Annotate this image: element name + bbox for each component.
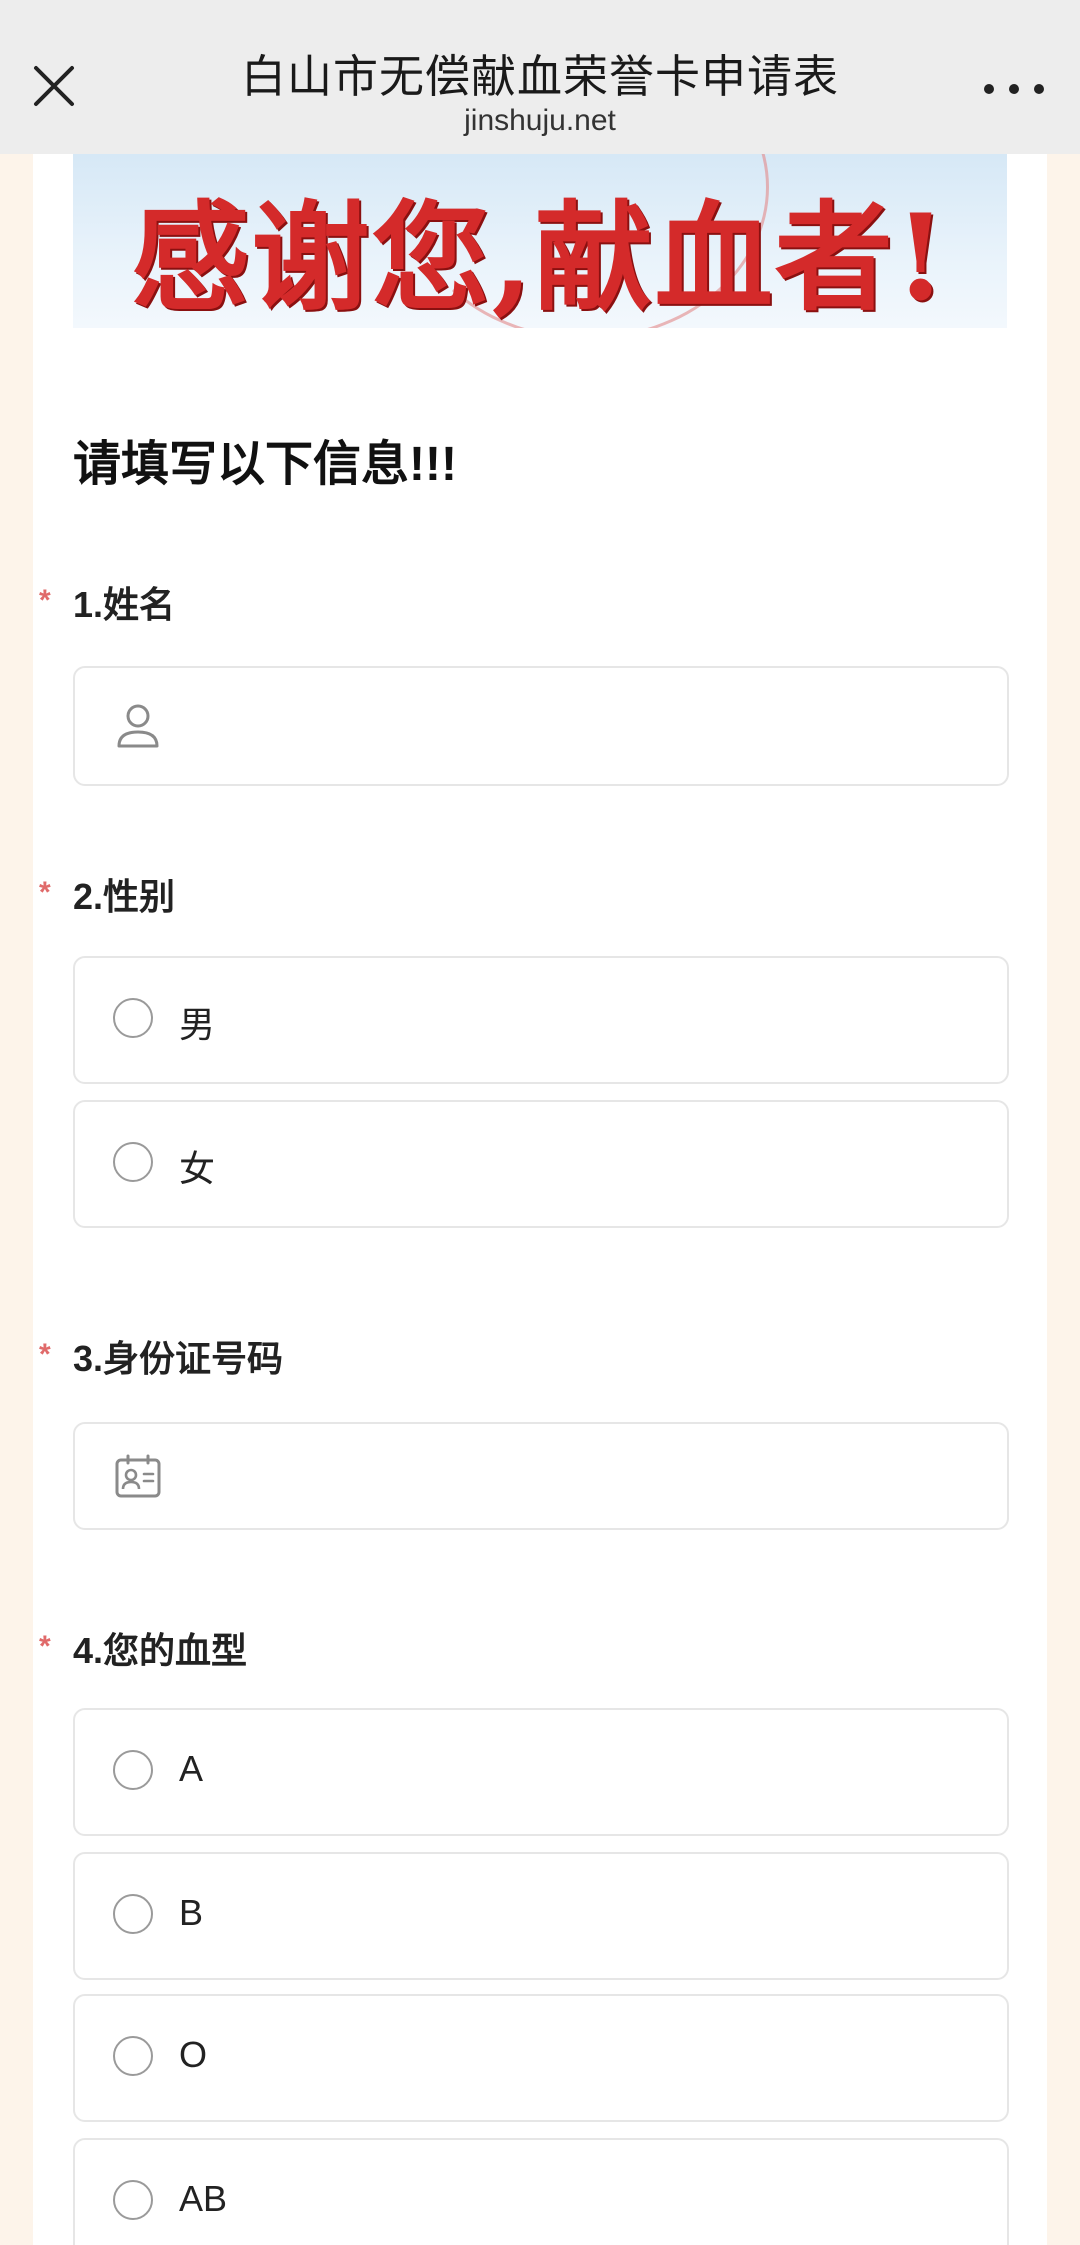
id-card-icon bbox=[115, 1454, 161, 1505]
blood-type-option-a[interactable]: A bbox=[73, 1708, 1009, 1836]
name-input[interactable] bbox=[73, 666, 1009, 786]
option-label: B bbox=[179, 1892, 204, 1933]
blood-type-option-b[interactable]: B bbox=[73, 1852, 1009, 1980]
radio-button[interactable] bbox=[113, 1894, 153, 1934]
banner-text: 感谢您,献血者! bbox=[131, 188, 949, 327]
form-intro: 请填写以下信息!!! bbox=[73, 438, 457, 491]
question-label-gender: 2.性别 bbox=[73, 876, 176, 917]
browser-top-bar: 白山市无偿献血荣誉卡申请表 jinshuju.net bbox=[0, 0, 1080, 154]
question-label-id-number: 3.身份证号码 bbox=[73, 1338, 284, 1379]
page-domain: jinshuju.net bbox=[464, 104, 616, 137]
form-card: 感谢您,献血者! 请填写以下信息!!! * 1.姓名 * 2.性别 男 女 * … bbox=[33, 154, 1047, 2245]
person-icon bbox=[115, 702, 161, 755]
radio-button[interactable] bbox=[113, 1750, 153, 1790]
option-label: 男 bbox=[179, 1005, 216, 1046]
required-marker: * bbox=[39, 1338, 51, 1371]
more-options-icon[interactable] bbox=[984, 78, 1044, 98]
option-label: O bbox=[179, 2034, 208, 2075]
radio-button[interactable] bbox=[113, 1142, 153, 1182]
required-marker: * bbox=[39, 1630, 51, 1663]
gender-option-female[interactable]: 女 bbox=[73, 1100, 1009, 1228]
radio-button[interactable] bbox=[113, 2036, 153, 2076]
blood-type-option-o[interactable]: O bbox=[73, 1994, 1009, 2122]
required-marker: * bbox=[39, 876, 51, 909]
question-label-name: 1.姓名 bbox=[73, 584, 176, 625]
question-label-blood-type: 4.您的血型 bbox=[73, 1630, 248, 1671]
radio-button[interactable] bbox=[113, 998, 153, 1038]
option-label: AB bbox=[179, 2178, 228, 2219]
banner-image: 感谢您,献血者! bbox=[73, 154, 1007, 328]
gender-option-male[interactable]: 男 bbox=[73, 956, 1009, 1084]
page-title: 白山市无偿献血荣誉卡申请表 bbox=[240, 51, 839, 102]
option-label: A bbox=[179, 1748, 204, 1789]
required-marker: * bbox=[39, 584, 51, 617]
id-number-input[interactable] bbox=[73, 1422, 1009, 1530]
radio-button[interactable] bbox=[113, 2180, 153, 2220]
blood-type-option-ab[interactable]: AB bbox=[73, 2138, 1009, 2245]
option-label: 女 bbox=[179, 1149, 216, 1190]
